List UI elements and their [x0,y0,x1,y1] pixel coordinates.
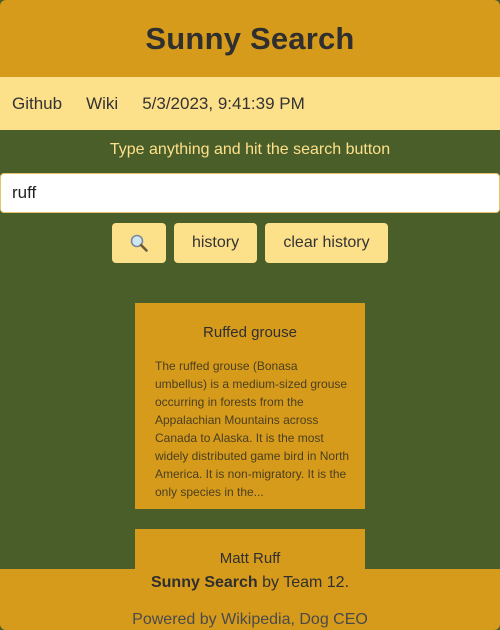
footer-period: . [344,574,350,591]
nav-bar: Github Wiki 5/3/2023, 9:41:39 PM [0,77,500,130]
wiki-link[interactable]: Wiki [86,94,118,114]
results-list[interactable]: Ruffed grouse The ruffed grouse (Bonasa … [0,303,500,569]
clock-text: 5/3/2023, 9:41:39 PM [142,93,305,113]
app-title: Sunny Search [145,20,355,56]
result-snippet: The ruffed grouse (Bonasa umbellus) is a… [155,359,350,499]
search-button[interactable] [112,223,166,263]
footer-brand: Sunny Search [150,574,258,591]
footer-powered: Powered by Wikipedia, Dog CEO [132,611,368,628]
search-input[interactable] [0,173,500,213]
search-hint: Type anything and hit the search button [109,141,391,158]
clear-history-button[interactable]: clear history [265,223,388,263]
footer-by: by [257,574,284,591]
github-link[interactable]: Github [12,94,62,114]
result-card[interactable]: Matt Ruff [135,529,365,569]
footer-team: Team 12 [283,574,345,591]
history-button[interactable]: history [174,223,257,263]
app-header: Sunny Search [0,0,500,77]
result-title: Ruffed grouse [203,324,297,341]
footer: Sunny Search by Team 12. Powered by Wiki… [0,569,500,630]
magnifier-icon [129,233,149,253]
result-card[interactable]: Ruffed grouse The ruffed grouse (Bonasa … [135,303,365,509]
footer-credit: Sunny Search by Team 12. [0,574,500,592]
result-title: Matt Ruff [219,550,281,567]
